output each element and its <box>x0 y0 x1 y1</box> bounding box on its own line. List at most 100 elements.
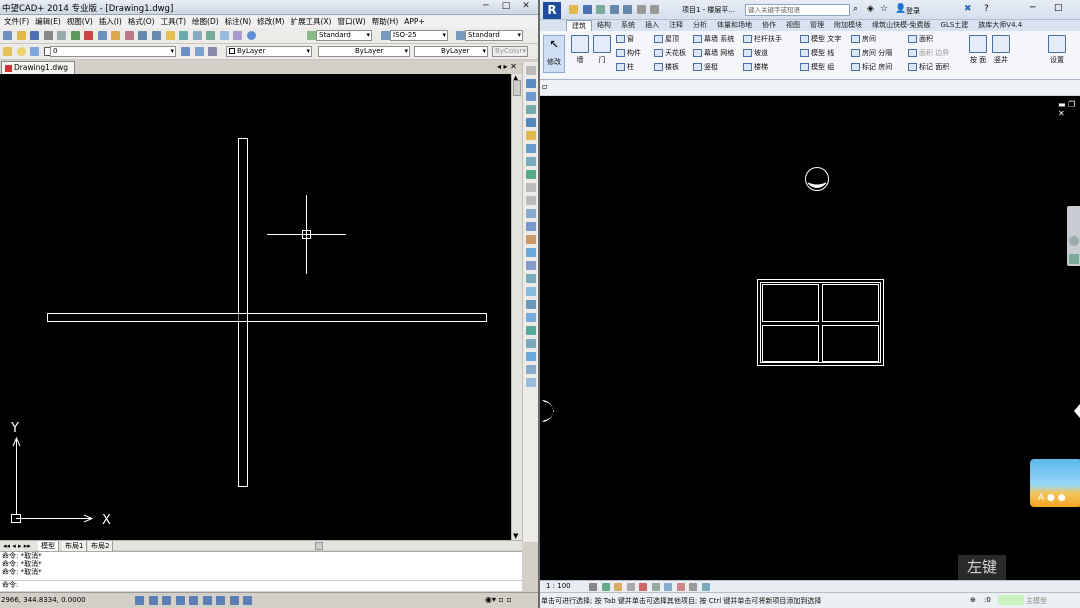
polar-icon[interactable] <box>175 596 185 605</box>
osnap-icon[interactable] <box>189 596 199 605</box>
view-window-controls-icon[interactable]: ▬ ❐ ✕ <box>1058 100 1080 118</box>
publish-icon[interactable] <box>70 31 80 40</box>
dyn-icon[interactable] <box>216 596 226 605</box>
properties-icon[interactable] <box>206 31 216 40</box>
matchprop-icon[interactable] <box>124 31 134 40</box>
component-button[interactable]: 构件 <box>616 49 641 58</box>
area-button[interactable]: 面积 <box>908 35 933 44</box>
tab-plugin-2[interactable]: GLS土建 <box>936 20 974 31</box>
modify-button[interactable]: ↖ 修改 <box>543 35 565 73</box>
rotate-icon[interactable] <box>525 144 536 153</box>
close-button[interactable]: ✕ <box>516 1 536 13</box>
model-text-button[interactable]: 模型 文字 <box>800 35 841 44</box>
tab-view[interactable]: 视图 <box>781 20 805 31</box>
curtain-grid-button[interactable]: 幕墙 网格 <box>693 49 734 58</box>
stair-button[interactable]: 楼梯 <box>743 63 768 72</box>
match-icon[interactable] <box>525 378 536 387</box>
stretch-icon[interactable] <box>525 170 536 179</box>
tab-structure[interactable]: 结构 <box>592 20 616 31</box>
maximize-button[interactable]: □ <box>496 1 516 13</box>
ortho-icon[interactable] <box>162 596 172 605</box>
open-icon[interactable] <box>16 31 26 40</box>
layout-tab-1[interactable]: 布局1 <box>62 541 88 551</box>
room-button[interactable]: 房间 <box>851 35 876 44</box>
sun-icon[interactable] <box>16 47 26 56</box>
offset-icon[interactable] <box>525 105 536 114</box>
menu-insert[interactable]: 插入(I) <box>96 15 125 28</box>
wall-button[interactable]: 墙 <box>570 35 590 65</box>
draworder-icon[interactable] <box>525 339 536 348</box>
properties-toggle-icon[interactable]: ▫ <box>542 82 547 91</box>
menu-dimension[interactable]: 标注(N) <box>222 15 254 28</box>
chamfer-icon[interactable] <box>525 235 536 244</box>
redo-icon[interactable] <box>623 5 633 14</box>
copy-object-icon[interactable] <box>525 79 536 88</box>
erase-icon[interactable] <box>525 66 536 75</box>
bulb-icon[interactable] <box>3 47 12 56</box>
revit-logo-icon[interactable]: R <box>543 2 561 19</box>
lengthen-icon[interactable] <box>525 274 536 283</box>
group-icon[interactable] <box>525 352 536 361</box>
vertical-scrollbar[interactable]: ▲ ▼ <box>511 74 522 540</box>
dim-style-select[interactable]: ISO-25 <box>390 30 448 41</box>
sync-icon[interactable] <box>596 5 606 14</box>
array-icon[interactable] <box>525 118 536 127</box>
steering-wheel-icon[interactable] <box>1069 236 1079 246</box>
layer-prev-icon[interactable] <box>194 47 204 56</box>
ceiling-button[interactable]: 天花板 <box>654 49 686 58</box>
tag-area-button[interactable]: 标记 面积 <box>908 63 949 72</box>
command-window[interactable]: 命令: *取消* 命令: *取消* 命令: *取消* 命令: <box>0 551 522 591</box>
subscription-icon[interactable]: ◈ <box>867 4 874 14</box>
minimize-button[interactable]: ─ <box>1030 3 1035 13</box>
maximize-button[interactable]: □ <box>1054 3 1063 13</box>
layer-manager-icon[interactable] <box>181 47 190 56</box>
status-tray-icon[interactable]: ◉▾ ▫ ▫ <box>485 595 512 604</box>
tab-plugin-3[interactable]: 族库大师V4.4 <box>973 20 1027 31</box>
tab-manage[interactable]: 管理 <box>805 20 829 31</box>
menu-modify[interactable]: 修改(M) <box>254 15 287 28</box>
save-icon[interactable] <box>30 31 40 40</box>
lock-icon[interactable] <box>30 47 40 56</box>
layout-tab-model[interactable]: 模型 <box>38 541 59 551</box>
extend-icon[interactable] <box>525 196 536 205</box>
design-center-icon[interactable] <box>219 31 229 40</box>
tag-room-button[interactable]: 标记 房间 <box>851 63 892 72</box>
menu-tools[interactable]: 工具(T) <box>158 15 189 28</box>
tab-insert[interactable]: 插入 <box>640 20 664 31</box>
temp-hide-icon[interactable] <box>664 582 673 591</box>
undo-icon[interactable] <box>609 5 619 14</box>
tab-analyze[interactable]: 分析 <box>688 20 712 31</box>
snap-icon[interactable] <box>135 596 144 605</box>
trim-icon[interactable] <box>525 183 536 192</box>
crop-icon[interactable] <box>639 582 648 591</box>
view-scale[interactable]: 1 : 100 <box>546 582 571 590</box>
spline-edit-icon[interactable] <box>525 326 536 335</box>
model-group-button[interactable]: 模型 组 <box>800 63 834 72</box>
cad-drawing-canvas[interactable]: Y X <box>0 74 512 540</box>
by-face-button[interactable]: 按 面 <box>968 35 988 65</box>
tab-annotate[interactable]: 注释 <box>664 20 688 31</box>
help-icon[interactable] <box>246 31 256 40</box>
move-icon[interactable] <box>525 131 536 140</box>
model-space-icon[interactable] <box>243 596 253 605</box>
calc-icon[interactable] <box>233 31 243 40</box>
menu-view[interactable]: 视图(V) <box>64 15 96 28</box>
layout-tab-2[interactable]: 布局2 <box>88 541 114 551</box>
set-button[interactable]: 设置 <box>1047 35 1067 65</box>
scale-icon[interactable] <box>525 157 536 166</box>
align-icon[interactable] <box>525 287 536 296</box>
linetype-select[interactable]: ByLayer <box>318 46 410 57</box>
shaft-button[interactable]: 竖井 <box>991 35 1011 65</box>
tab-massing[interactable]: 体量和场地 <box>712 20 757 31</box>
workset-icon[interactable]: ⊕ <box>970 596 976 604</box>
revit-drawing-canvas[interactable]: ▬ ❐ ✕ <box>540 96 1080 580</box>
room-separator-button[interactable]: 房间 分隔 <box>851 49 892 58</box>
show-crop-icon[interactable] <box>651 582 660 591</box>
open-icon[interactable] <box>569 5 578 14</box>
highlight-icon[interactable] <box>701 582 710 591</box>
scroll-thumb[interactable] <box>513 80 521 96</box>
tab-plugin-1[interactable]: 缘筑山快模-免费版 <box>867 20 936 31</box>
zoom-tool-icon[interactable] <box>1069 254 1079 264</box>
preview-icon[interactable] <box>57 31 67 40</box>
ramp-button[interactable]: 坡道 <box>743 49 768 58</box>
